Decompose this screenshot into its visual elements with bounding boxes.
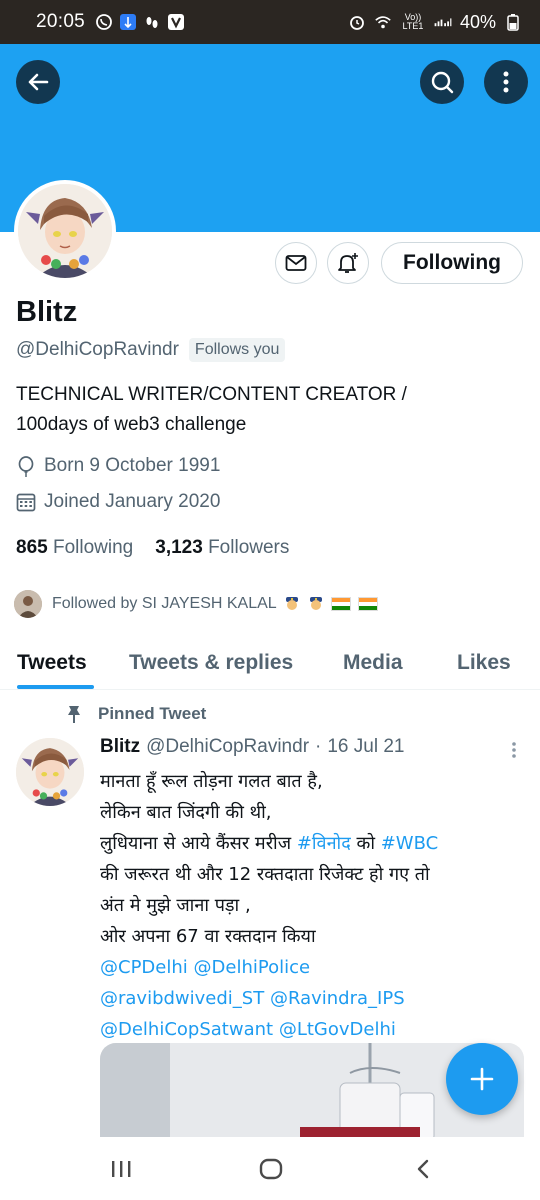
system-navigation-bar	[0, 1137, 540, 1200]
followers-count: 3,123	[155, 537, 203, 558]
tab-media[interactable]: Media	[343, 636, 403, 690]
india-flag-icon	[331, 596, 352, 611]
followed-by-row[interactable]: Followed by SI JAYESH KALAL	[14, 590, 378, 618]
bell-plus-icon	[338, 253, 358, 273]
police-officer-emoji-icon	[283, 595, 301, 613]
tweet-author-name[interactable]: Blitz	[100, 736, 140, 758]
home-button[interactable]	[256, 1155, 286, 1183]
battery-percent: 40%	[459, 11, 496, 32]
search-button[interactable]	[420, 60, 464, 104]
birthday-row: Born 9 October 1991	[16, 455, 220, 477]
battery-icon	[504, 13, 522, 31]
following-label: Following	[52, 537, 134, 558]
recents-icon	[112, 1161, 131, 1177]
pinned-tweet-label: Pinned Tweet	[66, 704, 206, 724]
bio-line: 100days of web3 challenge	[16, 414, 247, 435]
following-button[interactable]: Following	[381, 242, 523, 284]
tweet-line: ओर अपना 67 वा रक्तदान किया	[100, 926, 316, 947]
separator-dot: ·	[315, 736, 322, 757]
follows-you-badge: Follows you	[188, 338, 286, 362]
wifi-icon	[374, 13, 392, 31]
tweet-text: मानता हूँ रूल तोड़ना गलत बात है, लेकिन ब…	[100, 766, 528, 1045]
profile-name: Blitz	[16, 296, 78, 328]
mention-link[interactable]: @DelhiCopSatwant	[100, 1019, 273, 1040]
mention-link[interactable]: @DelhiPolice	[194, 957, 311, 978]
profile-avatar[interactable]	[14, 180, 116, 282]
tweet-line: लेकिन बात जिंदगी की थी,	[100, 802, 272, 823]
tweet-more-button[interactable]	[504, 738, 524, 762]
alarm-icon	[348, 13, 366, 31]
calendar-icon	[16, 492, 36, 512]
balloon-icon	[16, 456, 36, 477]
v-icon	[167, 13, 185, 31]
profile-bio: TECHNICAL WRITER/CONTENT CREATOR / 100da…	[16, 380, 524, 440]
notifications-button[interactable]	[327, 242, 369, 284]
active-tab-indicator	[17, 685, 94, 689]
tweet-line: अंत मे मुझे जाना पड़ा ,	[100, 895, 251, 916]
hashtag-link[interactable]: #WBC	[381, 833, 438, 854]
tweet-line: मानता हूँ रूल तोड़ना गलत बात है,	[100, 771, 323, 792]
tweet-avatar[interactable]	[16, 738, 84, 806]
mention-link[interactable]: @CPDelhi	[100, 957, 188, 978]
chevron-left-icon	[417, 1159, 429, 1179]
follower-avatar	[14, 590, 42, 618]
status-time: 20:05	[36, 11, 86, 32]
following-stat[interactable]: 865 Following	[16, 537, 133, 559]
tweet-text-span: लुधियाना से आये कैंसर मरीज	[100, 833, 297, 854]
mention-link[interactable]: @ravibdwivedi_ST	[100, 988, 264, 1009]
followed-by-text: Followed by SI JAYESH KALAL	[52, 595, 277, 613]
avatar-image	[16, 738, 84, 806]
follow-stats: 865 Following 3,123 Followers	[16, 537, 289, 559]
home-icon	[259, 1158, 283, 1180]
pinned-tweet-text: Pinned Tweet	[98, 704, 207, 723]
tweet-author-handle[interactable]: @DelhiCopRavindr	[146, 736, 309, 758]
india-flag-icon	[357, 596, 378, 611]
more-options-button[interactable]	[484, 60, 528, 104]
app-icon	[119, 13, 137, 31]
avatar-image	[18, 184, 112, 278]
tweet-line: @ravibdwivedi_ST @Ravindra_IPS	[100, 983, 528, 1014]
tweet-header: Blitz @DelhiCopRavindr · 16 Jul 21	[100, 736, 404, 758]
whatsapp-icon	[95, 13, 113, 31]
more-vertical-icon	[503, 71, 509, 93]
joined-text: Joined January 2020	[44, 491, 221, 512]
tab-tweets-replies[interactable]: Tweets & replies	[129, 636, 293, 690]
police-officer-emoji-icon	[307, 595, 325, 613]
signal-icon	[434, 13, 452, 31]
followers-label: Followers	[208, 537, 290, 558]
back-button[interactable]	[16, 60, 60, 104]
profile-tabs: Tweets Tweets & replies Media Likes	[0, 636, 540, 690]
search-icon	[431, 71, 454, 94]
more-vertical-icon	[512, 742, 516, 758]
status-bar: 20:05 Vo)) LTE1 40%	[0, 0, 540, 44]
followers-stat[interactable]: 3,123 Followers	[155, 537, 289, 559]
pin-icon	[68, 706, 80, 723]
plus-icon	[470, 1067, 494, 1091]
bio-line: TECHNICAL WRITER/CONTENT CREATOR /	[16, 384, 407, 405]
hashtag-link[interactable]: #विनोद	[297, 833, 351, 854]
tweet-line: @CPDelhi @DelhiPolice	[100, 952, 528, 983]
tweet-line: की जरूरत थी और 12 रक्तदाता रिजेक्ट हो गए…	[100, 864, 430, 885]
following-count: 865	[16, 537, 48, 558]
back-nav-button[interactable]	[408, 1155, 438, 1183]
birthday-text: Born 9 October 1991	[44, 455, 221, 476]
volte-icon: Vo)) LTE1	[402, 12, 424, 31]
message-button[interactable]	[275, 242, 317, 284]
joined-row: Joined January 2020	[16, 491, 220, 513]
tweet-date[interactable]: 16 Jul 21	[327, 736, 404, 758]
tab-tweets[interactable]: Tweets	[17, 636, 87, 690]
mention-link[interactable]: @Ravindra_IPS	[270, 988, 405, 1009]
back-arrow-icon	[28, 73, 49, 91]
steps-icon	[143, 13, 161, 31]
tweet-text-span: को	[350, 833, 381, 854]
mail-icon	[285, 255, 307, 271]
tab-likes[interactable]: Likes	[457, 636, 511, 690]
profile-handle: @DelhiCopRavindr	[16, 339, 179, 360]
tweet-line: @DelhiCopSatwant @LtGovDelhi	[100, 1014, 528, 1045]
compose-tweet-button[interactable]	[446, 1043, 518, 1115]
recent-apps-button[interactable]	[106, 1155, 136, 1183]
tweet-line: लुधियाना से आये कैंसर मरीज #विनोद को #WB…	[100, 828, 528, 859]
mention-link[interactable]: @LtGovDelhi	[279, 1019, 396, 1040]
